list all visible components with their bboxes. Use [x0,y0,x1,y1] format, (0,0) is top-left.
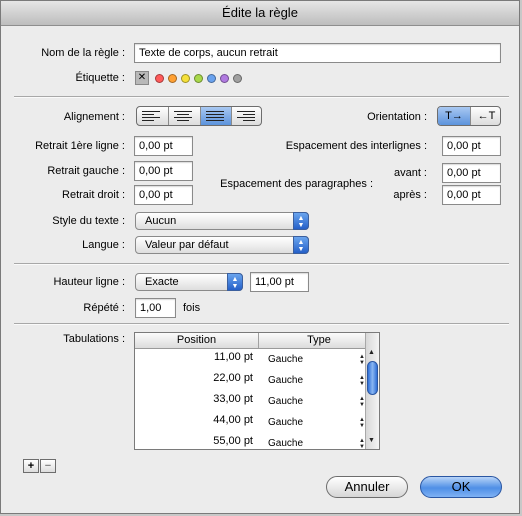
tag-color-3[interactable] [194,74,203,83]
text-style-popup[interactable]: Aucun ▲ ▼ [135,212,309,230]
rule-name-field[interactable]: Texte de corps, aucun retrait [134,43,501,63]
separator [14,263,509,265]
table-row[interactable]: 11,00 pt Gauche ▲ ▼ [135,349,365,370]
scroll-up-icon[interactable]: ▲ [368,349,375,356]
tab-position: 55,00 pt [213,435,253,447]
left-indent-field[interactable]: 0,00 pt [134,161,193,181]
align-right-button[interactable] [231,107,261,125]
table-row[interactable]: 33,00 pt Gauche ▲ ▼ [135,391,365,412]
ok-button[interactable]: OK [420,476,502,498]
tab-position: 11,00 pt [214,351,253,363]
align-center-button[interactable] [168,107,200,125]
first-line-indent-field[interactable]: 0,00 pt [134,136,193,156]
column-header-type[interactable]: Type [259,333,379,348]
right-indent-label: Retrait droit : [62,189,125,201]
tag-color-5[interactable] [220,74,229,83]
window-title: Édite la règle [1,1,519,26]
language-popup[interactable]: Valeur par défaut ▲ ▼ [135,236,309,254]
table-row[interactable]: 44,00 pt Gauche ▲ ▼ [135,412,365,433]
first-line-indent-label: Retrait 1ère ligne : [35,140,125,152]
tabs-label: Tabulations : [63,333,125,345]
edit-rule-dialog: Édite la règle Nom de la règle : Texte d… [0,0,520,514]
before-label: avant : [393,167,427,179]
scroll-down-icon[interactable]: ▼ [368,437,375,444]
cancel-button[interactable]: Annuler [326,476,408,498]
vertical-scrollbar[interactable]: ▲ ▼ [365,333,379,449]
alignment-label: Alignement : [63,111,125,123]
popup-arrows-icon: ▲ ▼ [293,236,309,254]
tab-type[interactable]: Gauche [268,412,303,433]
tag-color-4[interactable] [207,74,216,83]
table-row[interactable]: 22,00 pt Gauche ▲ ▼ [135,370,365,391]
tab-position: 44,00 pt [213,414,253,426]
language-label: Langue : [82,239,125,251]
tab-type[interactable]: Gauche [268,349,303,370]
text-style-value: Aucun [145,215,177,227]
space-after-field[interactable]: 0,00 pt [442,185,501,205]
column-header-position[interactable]: Position [135,333,259,348]
tab-type[interactable]: Gauche [268,370,303,391]
repeat-unit: fois [183,302,201,314]
paragraph-spacing-label: Espacement des paragraphes : [220,178,373,190]
line-spacing-label: Espacement des interlignes : [285,140,427,152]
remove-tab-button[interactable]: − [40,459,56,473]
repeat-label: Répété : [83,302,125,314]
align-left-button[interactable] [137,107,168,125]
text-style-label: Style du texte : [52,215,125,227]
line-height-label: Hauteur ligne : [53,276,125,288]
left-indent-label: Retrait gauche : [47,165,125,177]
table-header: Position Type [135,333,365,349]
right-indent-field[interactable]: 0,00 pt [134,185,193,205]
tab-position: 22,00 pt [213,372,253,384]
orientation-ltr-button[interactable]: T→ [438,107,470,125]
tag-label: Étiquette : [75,72,125,84]
line-height-mode-popup[interactable]: Exacte ▲ ▼ [135,273,243,291]
tag-color-0[interactable] [155,74,164,83]
justify-button[interactable] [200,107,231,125]
scroll-thumb[interactable] [367,361,378,395]
separator [14,96,509,98]
tag-color-6[interactable] [233,74,242,83]
tab-type[interactable]: Gauche [268,433,303,449]
no-tag-icon[interactable]: ✕ [135,71,149,85]
tab-position: 33,00 pt [213,393,253,405]
language-value: Valeur par défaut [145,239,229,251]
tag-color-1[interactable] [168,74,177,83]
popup-arrows-icon: ▲ ▼ [293,212,309,230]
line-height-mode-value: Exacte [145,276,179,288]
alignment-control [136,106,262,126]
space-before-field[interactable]: 0,00 pt [442,163,501,183]
rule-name-label: Nom de la règle : [41,47,125,59]
tag-color-2[interactable] [181,74,190,83]
orientation-control: T→ ←T [437,106,501,126]
orientation-label: Orientation : [367,111,427,123]
popup-arrows-icon: ▲ ▼ [227,273,243,291]
add-tab-button[interactable]: + [23,459,39,473]
separator [14,323,509,325]
after-label: après : [393,189,427,201]
repeat-field[interactable]: 1,00 [135,298,176,318]
tab-type[interactable]: Gauche [268,391,303,412]
orientation-rtl-button[interactable]: ←T [470,107,500,125]
line-spacing-field[interactable]: 0,00 pt [442,136,501,156]
tabs-table: Position Type 11,00 pt Gauche ▲ ▼ 22,00 pt Ga… [134,332,380,450]
line-height-field[interactable]: 11,00 pt [250,272,309,292]
table-row[interactable]: 55,00 pt Gauche ▲ ▼ [135,433,365,449]
